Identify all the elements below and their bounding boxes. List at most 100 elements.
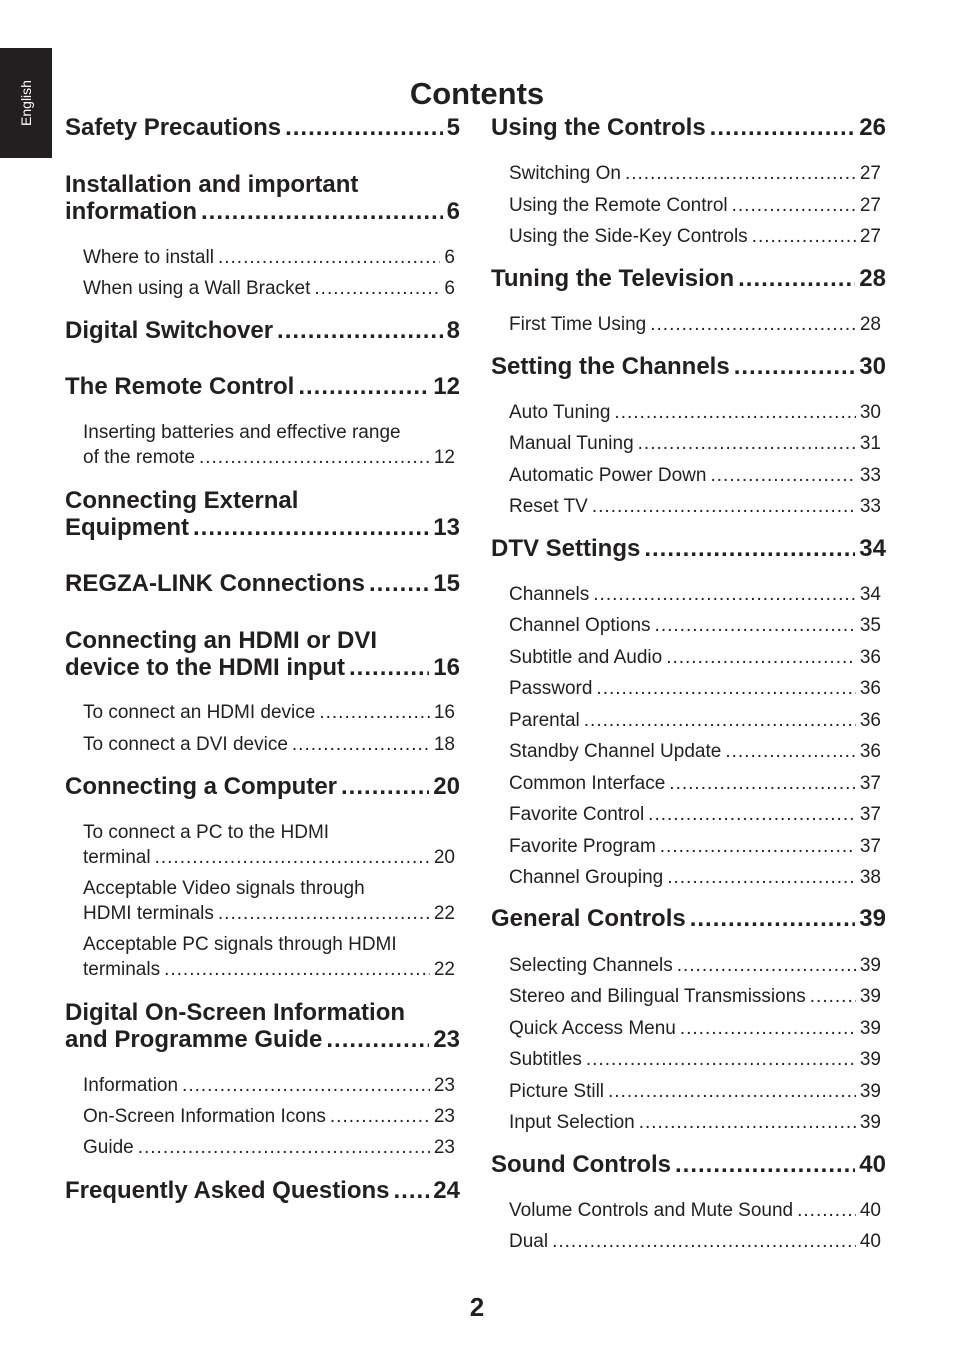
- toc-entry-page: 6: [444, 247, 455, 268]
- dot-leader: [752, 224, 856, 249]
- toc-subsection-inserting-batteries-and-effective-range-of-the-remote[interactable]: Inserting batteries and effective range o…: [83, 420, 455, 470]
- toc-entry-page: 18: [433, 734, 455, 755]
- dot-leader: [584, 708, 856, 733]
- toc-subsection-using-the-remote-control[interactable]: Using the Remote Control 27: [509, 193, 881, 218]
- toc-section-connecting-a-computer[interactable]: Connecting a Computer 20: [65, 773, 460, 800]
- toc-entry-page: 5: [446, 114, 460, 141]
- toc-entry-label: DTV Settings: [491, 535, 641, 562]
- toc-subsection-volume-controls-and-mute-sound[interactable]: Volume Controls and Mute Sound 40: [509, 1198, 881, 1223]
- toc-subsection-quick-access-menu[interactable]: Quick Access Menu 39: [509, 1016, 881, 1041]
- toc-subsection-stereo-and-bilingual-transmissions[interactable]: Stereo and Bilingual Transmissions 39: [509, 984, 881, 1009]
- toc-subsection-password[interactable]: Password 36: [509, 676, 881, 701]
- toc-entry-page: 13: [433, 514, 460, 541]
- toc-section-digital-on-screen-information-and-programme-guide[interactable]: Digital On-Screen Information and Program…: [65, 999, 460, 1053]
- toc-subsection-subtitles[interactable]: Subtitles 39: [509, 1047, 881, 1072]
- dot-leader: [292, 732, 430, 757]
- dot-leader: [690, 905, 856, 932]
- toc-entry-label: Connecting a Computer: [65, 773, 338, 800]
- toc-entry-page: 33: [859, 465, 881, 486]
- dot-leader: [738, 265, 855, 292]
- toc-entry-label: Connecting External: [65, 487, 299, 514]
- toc-entry-page: 33: [859, 496, 881, 517]
- toc-subsection-first-time-using[interactable]: First Time Using 28: [509, 312, 881, 337]
- toc-section-dtv-settings[interactable]: DTV Settings 34: [491, 535, 886, 562]
- toc-section-tuning-the-television[interactable]: Tuning the Television 28: [491, 265, 886, 292]
- toc-subsection-subtitle-and-audio[interactable]: Subtitle and Audio 36: [509, 645, 881, 670]
- toc-subsection-where-to-install[interactable]: Where to install 6: [83, 245, 455, 270]
- toc-entry-label: Sound Controls: [491, 1151, 671, 1178]
- toc-subsection-to-connect-an-hdmi-device[interactable]: To connect an HDMI device 16: [83, 700, 455, 725]
- toc-entry-page: 22: [433, 959, 455, 980]
- toc-subsection-standby-channel-update[interactable]: Standby Channel Update 36: [509, 739, 881, 764]
- toc-subsection-to-connect-a-dvi-device[interactable]: To connect a DVI device 18: [83, 732, 455, 757]
- toc-entry-page: 24: [433, 1177, 460, 1204]
- toc-entry-page: 28: [859, 314, 881, 335]
- dot-leader: [155, 845, 430, 870]
- toc-subsection-channels[interactable]: Channels 34: [509, 582, 881, 607]
- dot-leader: [677, 953, 856, 978]
- toc-subsection-manual-tuning[interactable]: Manual Tuning 31: [509, 431, 881, 456]
- toc-entry-page: 23: [433, 1026, 460, 1053]
- toc-subsection-channel-grouping[interactable]: Channel Grouping 38: [509, 865, 881, 890]
- toc-subsection-when-using-a-wall-bracket[interactable]: When using a Wall Bracket 6: [83, 276, 455, 301]
- toc-section-using-the-controls[interactable]: Using the Controls 26: [491, 114, 886, 141]
- toc-entry-page: 36: [859, 678, 881, 699]
- toc-subsection-common-interface[interactable]: Common Interface 37: [509, 771, 881, 796]
- toc-subsection-input-selection[interactable]: Input Selection 39: [509, 1110, 881, 1135]
- toc-subsection-reset-tv[interactable]: Reset TV 33: [509, 494, 881, 519]
- dot-leader: [608, 1079, 856, 1104]
- toc-subsection-on-screen-information-icons[interactable]: On-Screen Information Icons 23: [83, 1104, 455, 1129]
- toc-subsection-acceptable-video-signals-through-hdmi-terminals[interactable]: Acceptable Video signals through HDMI ter…: [83, 876, 455, 926]
- toc-subsection-dual[interactable]: Dual 40: [509, 1229, 881, 1254]
- toc-entry-page: 27: [859, 226, 881, 247]
- dot-leader: [625, 161, 856, 186]
- toc-section-frequently-asked-questions[interactable]: Frequently Asked Questions 24: [65, 1177, 460, 1204]
- toc-section-sound-controls[interactable]: Sound Controls 40: [491, 1151, 886, 1178]
- toc-section-setting-the-channels[interactable]: Setting the Channels 30: [491, 353, 886, 380]
- toc-section-safety-precautions[interactable]: Safety Precautions 5: [65, 114, 460, 141]
- dot-leader: [298, 373, 429, 400]
- dot-leader: [593, 582, 856, 607]
- dot-leader: [199, 445, 430, 470]
- dot-leader: [614, 400, 855, 425]
- toc-subsection-auto-tuning[interactable]: Auto Tuning 30: [509, 400, 881, 425]
- toc-entry-label: Standby Channel Update: [509, 741, 722, 762]
- toc-section-general-controls[interactable]: General Controls 39: [491, 905, 886, 932]
- toc-entry-label: General Controls: [491, 905, 686, 932]
- dot-leader: [810, 984, 856, 1009]
- toc-entry-label: information: [65, 198, 197, 225]
- dot-leader: [349, 654, 429, 681]
- toc-subsection-information[interactable]: Information 23: [83, 1073, 455, 1098]
- toc-entry-label: First Time Using: [509, 314, 647, 335]
- toc-subsection-selecting-channels[interactable]: Selecting Channels 39: [509, 953, 881, 978]
- toc-entry-label: Picture Still: [509, 1081, 605, 1102]
- toc-section-regza-link-connections[interactable]: REGZA-LINK Connections 15: [65, 570, 460, 597]
- toc-subsection-guide[interactable]: Guide 23: [83, 1135, 455, 1160]
- toc-subsection-switching-on[interactable]: Switching On 27: [509, 161, 881, 186]
- toc-section-digital-switchover[interactable]: Digital Switchover 8: [65, 317, 460, 344]
- toc-section-the-remote-control[interactable]: The Remote Control 12: [65, 373, 460, 400]
- toc-subsection-parental[interactable]: Parental 36: [509, 708, 881, 733]
- dot-leader: [182, 1073, 430, 1098]
- toc-subsection-to-connect-a-pc-to-the-hdmi-terminal[interactable]: To connect a PC to the HDMI terminal 20: [83, 820, 455, 870]
- toc-subsection-channel-options[interactable]: Channel Options 35: [509, 613, 881, 638]
- toc-entry-label: Password: [509, 678, 593, 699]
- toc-entry-label: Volume Controls and Mute Sound: [509, 1200, 794, 1221]
- dot-leader: [277, 317, 443, 344]
- toc-subsection-acceptable-pc-signals-through-hdmi-terminals[interactable]: Acceptable PC signals through HDMI termin…: [83, 932, 455, 982]
- toc-entry-label: Guide: [83, 1137, 134, 1158]
- toc-subsection-using-the-side-key-controls[interactable]: Using the Side-Key Controls 27: [509, 224, 881, 249]
- dot-leader: [164, 957, 430, 982]
- toc-section-installation-and-important-information[interactable]: Installation and importantinformation 6: [65, 171, 460, 225]
- toc-subsection-favorite-control[interactable]: Favorite Control 37: [509, 802, 881, 827]
- toc-subsection-automatic-power-down[interactable]: Automatic Power Down 33: [509, 463, 881, 488]
- dot-leader: [680, 1016, 856, 1041]
- dot-leader: [285, 114, 443, 141]
- toc-section-connecting-an-hdmi-or-dvi-device-to-the-hdmi-input[interactable]: Connecting an HDMI or DVI device to the H…: [65, 627, 460, 681]
- toc-entry-label: Using the Remote Control: [509, 195, 728, 216]
- toc-entry-page: 16: [433, 702, 455, 723]
- toc-subsection-favorite-program[interactable]: Favorite Program 37: [509, 834, 881, 859]
- toc-entry-page: 26: [859, 114, 886, 141]
- toc-subsection-picture-still[interactable]: Picture Still 39: [509, 1079, 881, 1104]
- toc-section-connecting-external-equipment[interactable]: Connecting ExternalEquipment 13: [65, 487, 460, 541]
